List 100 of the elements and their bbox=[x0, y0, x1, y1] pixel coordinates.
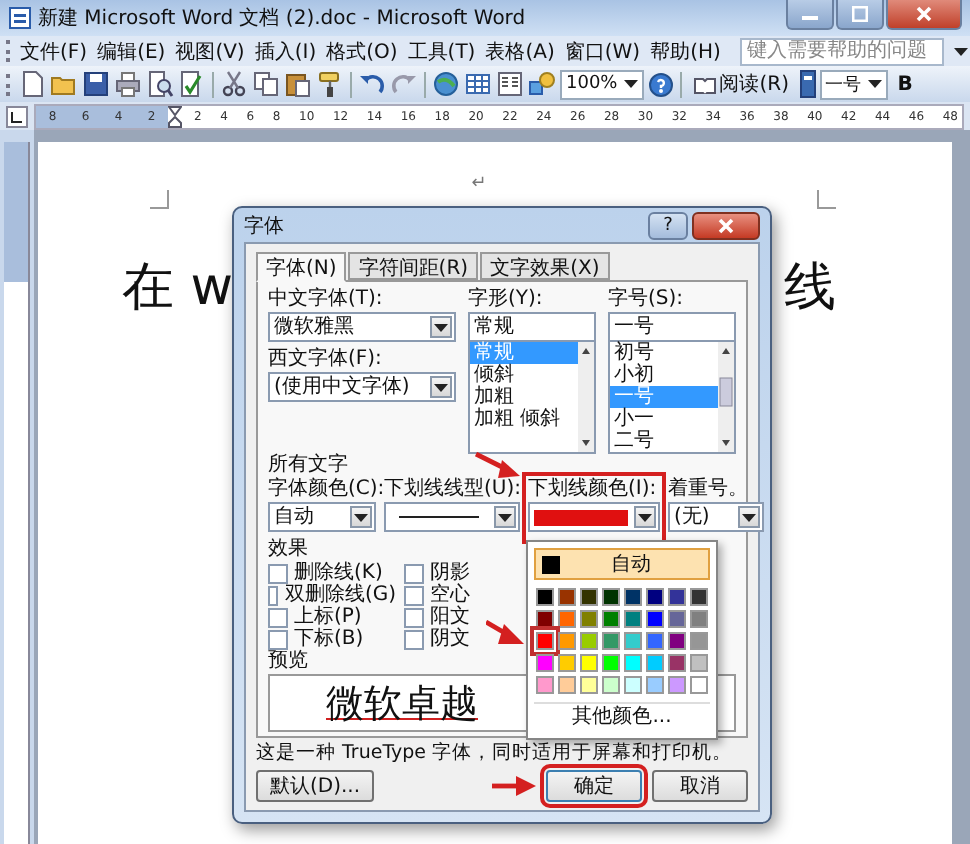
checkbox[interactable] bbox=[268, 607, 288, 627]
scrollbar[interactable] bbox=[578, 342, 594, 452]
list-item[interactable]: 小初 bbox=[610, 364, 718, 386]
menu-item[interactable]: 表格(A) bbox=[485, 37, 555, 65]
color-swatch[interactable] bbox=[602, 676, 620, 694]
color-swatch[interactable] bbox=[536, 676, 554, 694]
checkbox[interactable] bbox=[404, 585, 424, 605]
dropdown-button[interactable] bbox=[350, 506, 372, 528]
menu-item[interactable]: 格式(O) bbox=[326, 37, 398, 65]
print-preview-icon[interactable] bbox=[146, 70, 174, 98]
list-item[interactable]: 加粗 bbox=[470, 386, 578, 408]
save-icon[interactable] bbox=[82, 70, 110, 98]
color-swatch[interactable] bbox=[580, 588, 598, 606]
color-swatch[interactable] bbox=[668, 676, 686, 694]
color-swatch[interactable] bbox=[668, 588, 686, 606]
minimize-button[interactable] bbox=[786, 0, 834, 30]
dialog-button[interactable]: 确定 bbox=[546, 770, 642, 802]
dropdown-button[interactable] bbox=[494, 506, 516, 528]
checkbox[interactable] bbox=[404, 563, 424, 583]
cut-icon[interactable] bbox=[220, 70, 248, 98]
checkbox[interactable] bbox=[404, 607, 424, 627]
color-swatch[interactable] bbox=[580, 632, 598, 650]
color-select[interactable] bbox=[528, 502, 660, 532]
line-style-select[interactable] bbox=[384, 502, 520, 532]
columns-icon[interactable] bbox=[496, 70, 524, 98]
checkbox[interactable] bbox=[268, 585, 279, 605]
color-swatch[interactable] bbox=[690, 632, 708, 650]
dropdown-button[interactable] bbox=[430, 376, 452, 398]
indent-marker[interactable] bbox=[168, 105, 182, 127]
bold-button[interactable]: B bbox=[891, 69, 919, 99]
scrollbar[interactable] bbox=[718, 342, 734, 452]
color-swatch[interactable] bbox=[668, 632, 686, 650]
color-swatch[interactable] bbox=[646, 654, 664, 672]
tab[interactable]: 文字效果(X) bbox=[480, 252, 610, 280]
list-item[interactable]: 二号 bbox=[610, 430, 718, 452]
zoom-combo-box[interactable]: 100% bbox=[560, 69, 644, 99]
color-swatch[interactable] bbox=[602, 632, 620, 650]
paste-icon[interactable] bbox=[284, 70, 312, 98]
color-swatch[interactable] bbox=[558, 676, 576, 694]
list-item[interactable]: 初号 bbox=[610, 342, 718, 364]
color-swatch[interactable] bbox=[580, 676, 598, 694]
undo-icon[interactable] bbox=[358, 70, 386, 98]
color-swatch[interactable] bbox=[646, 632, 664, 650]
menu-item[interactable]: 工具(T) bbox=[407, 37, 476, 65]
color-swatch[interactable] bbox=[536, 632, 554, 650]
list-item[interactable]: 小一 bbox=[610, 408, 718, 430]
color-swatch[interactable] bbox=[602, 610, 620, 628]
menu-item[interactable]: 文件(F) bbox=[20, 37, 88, 65]
color-swatch[interactable] bbox=[558, 654, 576, 672]
color-swatch[interactable] bbox=[668, 610, 686, 628]
list-item[interactable]: 加粗 倾斜 bbox=[470, 408, 578, 430]
checkbox[interactable] bbox=[404, 629, 424, 649]
globe-link-icon[interactable] bbox=[432, 70, 460, 98]
color-swatch[interactable] bbox=[690, 676, 708, 694]
paintbrush-icon[interactable] bbox=[316, 70, 344, 98]
close-button[interactable] bbox=[886, 0, 962, 30]
color-swatch[interactable] bbox=[558, 610, 576, 628]
list-box[interactable]: 初号 小初 一号 小一 二号 bbox=[608, 342, 736, 454]
color-swatch[interactable] bbox=[646, 610, 664, 628]
color-swatch[interactable] bbox=[624, 588, 642, 606]
dropdown-field[interactable]: (无) bbox=[668, 502, 764, 532]
list-box[interactable]: 常规 倾斜 加粗 加粗 倾斜 bbox=[468, 342, 596, 454]
help-button[interactable]: ? bbox=[648, 211, 688, 239]
auto-color-option[interactable]: 自动 bbox=[534, 548, 710, 580]
tab[interactable]: 字符间距(R) bbox=[348, 252, 479, 280]
checkbox[interactable] bbox=[268, 563, 288, 583]
color-swatch[interactable] bbox=[536, 654, 554, 672]
list-item[interactable]: 倾斜 bbox=[470, 364, 578, 386]
font-size-combo-box[interactable]: 一号 bbox=[819, 69, 887, 99]
print-icon[interactable] bbox=[114, 70, 142, 98]
new-document-icon[interactable] bbox=[18, 70, 46, 98]
menu-item[interactable]: 帮助(H) bbox=[650, 37, 721, 65]
font-select[interactable]: 微软雅黑 bbox=[268, 312, 456, 342]
color-swatch[interactable] bbox=[536, 588, 554, 606]
color-swatch[interactable] bbox=[624, 676, 642, 694]
drawing-icon[interactable] bbox=[528, 70, 556, 98]
help-search-field[interactable]: 键入需要帮助的问题 bbox=[740, 37, 945, 65]
color-swatch[interactable] bbox=[646, 676, 664, 694]
redo-icon[interactable] bbox=[390, 70, 418, 98]
text-field[interactable]: 常规 bbox=[468, 312, 596, 342]
checkbox[interactable] bbox=[268, 629, 288, 649]
tab-stop-selector[interactable] bbox=[6, 105, 28, 127]
font-select[interactable]: (使用中文字体) bbox=[268, 372, 456, 402]
color-swatch[interactable] bbox=[668, 654, 686, 672]
dropdown-field[interactable]: 自动 bbox=[268, 502, 376, 532]
color-swatch[interactable] bbox=[602, 654, 620, 672]
dropdown-button[interactable] bbox=[430, 316, 452, 338]
more-colors-option[interactable]: 其他颜色... bbox=[534, 702, 710, 732]
menu-item[interactable]: 插入(I) bbox=[254, 37, 317, 65]
read-button[interactable]: 阅读(R) bbox=[687, 69, 795, 99]
caret-icon[interactable] bbox=[954, 47, 969, 55]
copy-icon[interactable] bbox=[252, 70, 280, 98]
spelling-check-icon[interactable] bbox=[178, 70, 206, 98]
color-swatch[interactable] bbox=[580, 654, 598, 672]
color-swatch[interactable] bbox=[690, 588, 708, 606]
dropdown-button[interactable] bbox=[738, 506, 760, 528]
menu-item[interactable]: 窗口(W) bbox=[564, 37, 641, 65]
color-swatch[interactable] bbox=[624, 654, 642, 672]
color-swatch[interactable] bbox=[690, 610, 708, 628]
color-swatch[interactable] bbox=[558, 588, 576, 606]
